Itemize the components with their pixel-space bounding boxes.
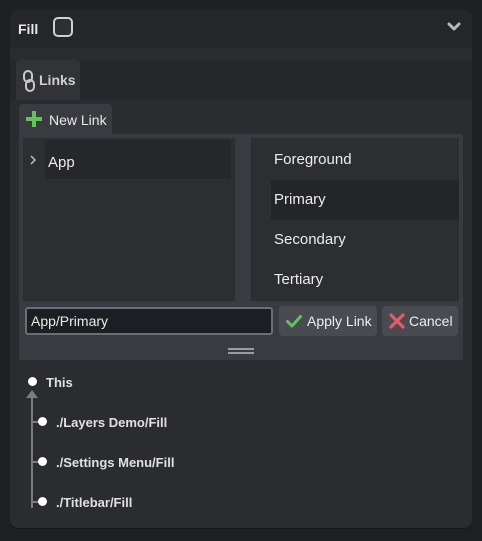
tree-item-app[interactable]: App (45, 140, 231, 179)
chevron-right-icon[interactable] (29, 154, 37, 166)
apply-link-button[interactable]: Apply Link (279, 306, 377, 336)
chevron-down-icon[interactable] (446, 19, 462, 35)
link-editor: App Foreground Primary Secondary Tertiar… (19, 134, 463, 360)
tree-root-dot (28, 377, 37, 386)
fill-panel: Fill Links New Link App Foreground Prima… (10, 10, 472, 528)
tab-links-label: Links (39, 72, 76, 88)
new-link-tab[interactable]: New Link (19, 104, 112, 134)
checkmark-icon (286, 315, 302, 328)
cancel-button[interactable]: Cancel (382, 306, 458, 336)
arrow-up-icon (26, 390, 38, 398)
reference-item-titlebar[interactable]: ./Titlebar/Fill (56, 495, 132, 510)
option-tertiary[interactable]: Tertiary (271, 260, 459, 300)
tree-item-label: App (48, 154, 75, 171)
new-link-label: New Link (49, 112, 107, 128)
link-tree-list: App (23, 138, 235, 301)
link-icon (23, 70, 35, 92)
plus-icon (26, 111, 42, 127)
apply-link-label: Apply Link (307, 313, 372, 329)
tree-node-dot (38, 457, 47, 466)
cancel-label: Cancel (409, 313, 453, 329)
fill-enable-checkbox[interactable] (53, 17, 73, 37)
reference-item-settings-menu[interactable]: ./Settings Menu/Fill (56, 455, 174, 470)
close-icon (389, 313, 405, 329)
panel-title: Fill (18, 21, 39, 37)
resize-handle-icon[interactable] (228, 346, 254, 356)
tree-vertical-line (31, 391, 33, 508)
tree-node-dot (38, 497, 47, 506)
tree-node-dot (38, 417, 47, 426)
option-secondary[interactable]: Secondary (271, 220, 459, 260)
tab-bar: Links (10, 60, 472, 100)
option-primary[interactable]: Primary (271, 180, 459, 220)
option-foreground[interactable]: Foreground (271, 140, 459, 180)
link-options-list: Foreground Primary Secondary Tertiary (251, 138, 459, 301)
reference-item-layers-demo[interactable]: ./Layers Demo/Fill (56, 415, 167, 430)
panel-header[interactable]: Fill (10, 10, 472, 48)
tree-root-label: This (46, 375, 73, 390)
link-path-input[interactable] (25, 307, 273, 335)
tab-links[interactable]: Links (16, 60, 80, 100)
